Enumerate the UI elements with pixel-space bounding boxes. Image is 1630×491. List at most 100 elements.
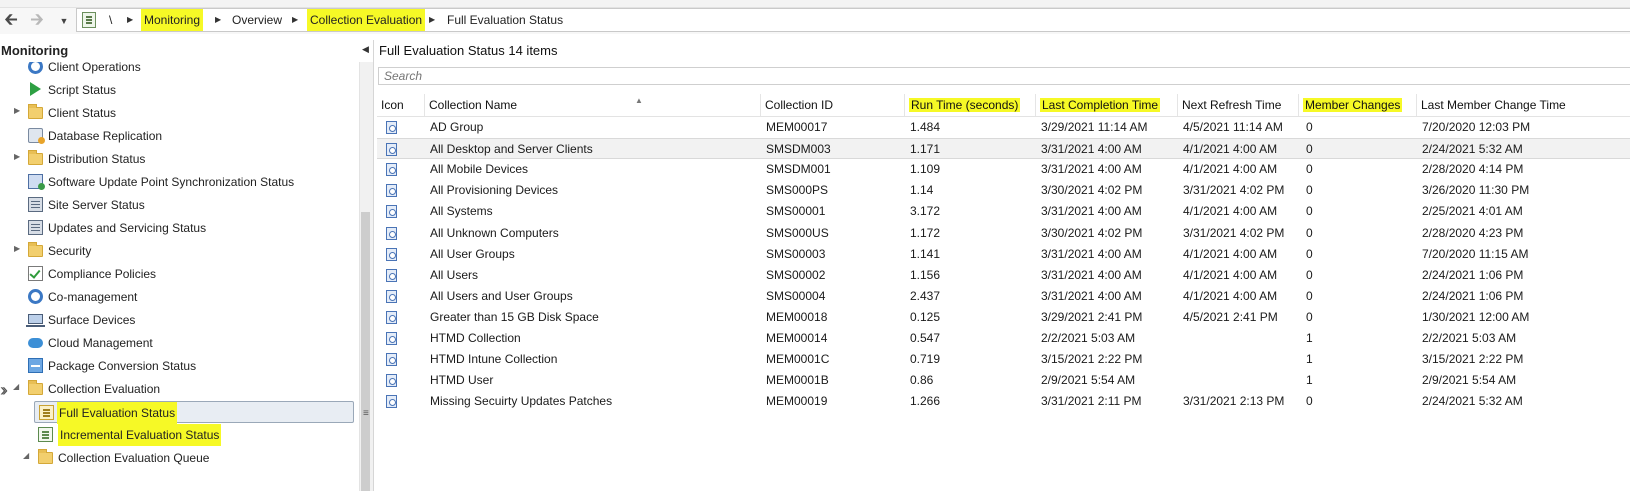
breadcrumb-root[interactable]: \ (109, 9, 112, 31)
cell-id: SMS00002 (766, 267, 826, 282)
tree-item-label: Cloud Management (48, 336, 153, 350)
cell-last-member-change: 2/25/2021 4:01 AM (1422, 204, 1523, 219)
table-row[interactable]: Greater than 15 GB Disk Space MEM00018 0.1… (377, 307, 1630, 328)
collection-icon (386, 184, 397, 198)
cell-id: SMS00003 (766, 246, 826, 261)
cell-name: All Users (430, 267, 479, 282)
table-row[interactable]: HTMD Intune Collection MEM0001C 0.719 3/15/… (377, 349, 1630, 370)
search-input[interactable] (378, 67, 1630, 85)
history-dropdown-icon[interactable]: ▼ (57, 10, 71, 30)
cell-member-changes: 0 (1306, 142, 1313, 157)
server-icon (28, 220, 43, 235)
collection-icon (386, 247, 397, 261)
cell-member-changes: 0 (1306, 309, 1313, 324)
cell-id: SMS00001 (766, 204, 826, 219)
tree-item-full-evaluation-status[interactable]: Full Evaluation Status (34, 401, 354, 424)
tree-item-label: Software Update Point Synchronization St… (48, 175, 295, 189)
expand-wunderbar-icon[interactable]: ›› (0, 380, 8, 401)
cell-last-completion: 3/30/2021 4:02 PM (1041, 183, 1143, 198)
cell-last-completion: 3/31/2021 4:00 AM (1041, 246, 1142, 261)
column-header-collection-id[interactable]: Collection ID (761, 94, 905, 116)
tree-item-label: Updates and Servicing Status (48, 221, 207, 235)
table-row[interactable]: All User Groups SMS00003 1.141 3/31/2021 4:… (377, 244, 1630, 265)
navigation-scrollbar-thumb[interactable] (361, 212, 370, 491)
cell-run-time: 1.171 (910, 142, 941, 157)
cell-next-refresh: 4/1/2021 4:00 AM (1183, 288, 1278, 303)
cell-next-refresh: 4/1/2021 4:00 AM (1183, 267, 1278, 282)
cell-name: Greater than 15 GB Disk Space (430, 309, 599, 324)
update-icon (28, 174, 45, 190)
table-row[interactable]: Missing Secuirty Updates Patches MEM00019… (377, 391, 1630, 412)
breadcrumb-full-evaluation-status[interactable]: Full Evaluation Status (447, 9, 563, 31)
table-row[interactable]: All Users and User Groups SMS00004 2.437 3/… (377, 286, 1630, 307)
column-header-collection-name[interactable]: Collection Name ▲ (425, 94, 761, 116)
cell-next-refresh: 3/31/2021 4:02 PM (1183, 183, 1285, 198)
cell-name: All Unknown Computers (430, 225, 559, 240)
cell-last-completion: 3/31/2021 4:00 AM (1041, 142, 1142, 157)
back-arrow-icon[interactable]: 🡰 (0, 10, 22, 30)
expand-arrow-icon[interactable]: ▶ (14, 244, 20, 253)
table-row[interactable]: All Unknown Computers SMS000US 1.172 3/30/2… (377, 223, 1630, 244)
table-row[interactable]: HTMD User MEM0001B 0.86 2/9/2021 5:54 AM 1 2/… (377, 370, 1630, 391)
collection-icon (386, 353, 397, 367)
column-header-run-time[interactable]: Run Time (seconds) (905, 94, 1036, 116)
cell-id: SMS000PS (766, 183, 829, 198)
breadcrumb-separator-icon[interactable]: ▶ (127, 9, 133, 31)
cell-id: SMSDM003 (766, 142, 831, 157)
server-icon (28, 197, 43, 212)
cell-id: MEM00019 (766, 394, 828, 409)
breadcrumb-separator-icon[interactable]: ▶ (292, 9, 298, 31)
breadcrumb-collection-evaluation[interactable]: Collection Evaluation (307, 9, 426, 31)
tree-item-label: Collection Evaluation (48, 382, 161, 396)
breadcrumb-monitoring[interactable]: Monitoring (141, 9, 204, 31)
cell-id: SMS00004 (766, 288, 826, 303)
folder-icon (28, 150, 43, 165)
cell-member-changes: 0 (1306, 120, 1313, 134)
table-row[interactable]: All Provisioning Devices SMS000PS 1.14 3/30… (377, 180, 1630, 201)
cell-last-completion: 3/30/2021 4:02 PM (1041, 225, 1143, 240)
breadcrumb-separator-icon[interactable]: ▶ (429, 9, 435, 31)
tree-item-label: Security (48, 244, 92, 258)
table-row[interactable]: AD Group MEM00017 1.484 3/29/2021 11:14 AM 4… (377, 117, 1630, 138)
cell-run-time: 1.172 (910, 225, 941, 240)
results-pane: Full Evaluation Status 14 items Icon Col… (375, 40, 1630, 491)
cell-run-time: 1.14 (910, 183, 934, 198)
console-node-icon (82, 12, 96, 28)
collapse-arrow-icon[interactable]: ◢ (23, 451, 29, 460)
cell-name: All Mobile Devices (430, 162, 529, 177)
table-row[interactable]: All Mobile Devices SMSDM001 1.109 3/31/2021… (377, 159, 1630, 180)
expand-arrow-icon[interactable]: ▶ (14, 152, 20, 161)
collection-icon (386, 395, 397, 409)
tree-item-label: Script Status (48, 83, 117, 97)
splitter-grip-icon[interactable]: ≡ (363, 408, 369, 419)
cell-id: MEM00017 (766, 120, 828, 134)
cell-run-time: 1.141 (910, 246, 941, 261)
forward-arrow-icon[interactable]: 🡲 (26, 10, 48, 30)
table-row[interactable]: All Desktop and Server Clients SMSDM003 1.… (377, 138, 1630, 160)
column-header-last-completion-time[interactable]: Last Completion Time (1036, 94, 1178, 116)
expand-arrow-icon[interactable]: ▶ (14, 106, 20, 115)
cell-run-time: 0.125 (910, 309, 941, 324)
column-header-next-refresh-time[interactable]: Next Refresh Time (1178, 94, 1299, 116)
folder-icon (28, 242, 43, 257)
table-row[interactable]: All Users SMS00002 1.156 3/31/2021 4:00 AM 4… (377, 265, 1630, 286)
table-row[interactable]: All Systems SMS00001 3.172 3/31/2021 4:00 A… (377, 201, 1630, 222)
column-header-last-member-change-time[interactable]: Last Member Change Time (1417, 94, 1630, 116)
collapse-pane-icon[interactable]: ◀ (362, 44, 369, 55)
cell-last-member-change: 2/9/2021 5:54 AM (1422, 373, 1517, 388)
cell-member-changes: 0 (1306, 288, 1313, 303)
breadcrumb-separator-icon[interactable]: ▶ (215, 9, 221, 31)
column-header-icon[interactable]: Icon (377, 94, 425, 116)
cell-member-changes: 0 (1306, 204, 1313, 219)
collection-icon (386, 143, 397, 157)
collection-icon (386, 163, 397, 177)
navigation-pane-title: Monitoring (1, 43, 69, 58)
column-header-member-changes[interactable]: Member Changes (1299, 94, 1417, 116)
collapse-arrow-icon[interactable]: ◢ (13, 382, 19, 391)
breadcrumb-overview[interactable]: Overview (232, 9, 282, 31)
table-row[interactable]: HTMD Collection MEM00014 0.547 2/2/2021 5:0… (377, 328, 1630, 349)
address-bar[interactable]: \ ▶ Monitoring ▶ Overview ▶ Collection E… (76, 8, 1630, 32)
cell-id: MEM0001B (766, 373, 829, 388)
tree-item-label: Client Status (48, 106, 117, 120)
cell-name: All Users and User Groups (430, 288, 573, 303)
